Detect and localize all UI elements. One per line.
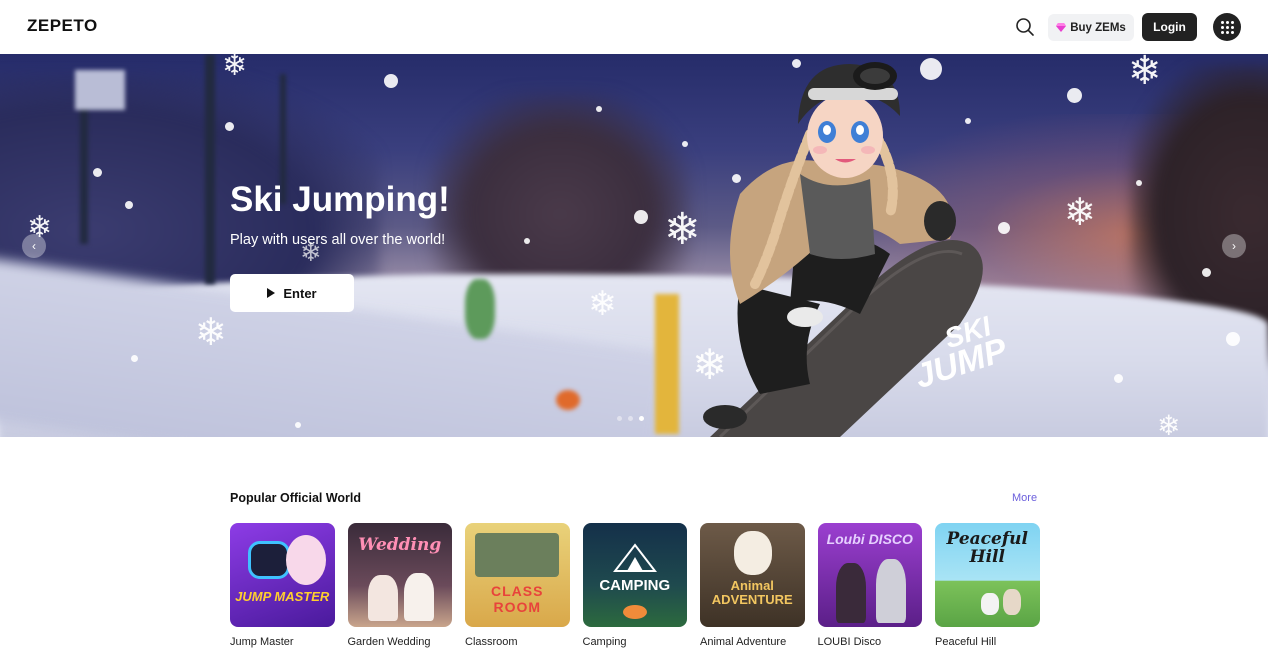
world-list: JUMP MASTER Jump Master Wedding Garden W… (230, 523, 1040, 648)
apps-menu-button[interactable] (1213, 13, 1241, 41)
world-name: Animal Adventure (700, 636, 787, 648)
world-thumb-title: Wedding (358, 535, 442, 555)
carousel-indicators (617, 416, 644, 421)
cone-orange (556, 390, 580, 410)
snow-dot (1226, 332, 1240, 346)
enter-button[interactable]: Enter (230, 274, 354, 312)
carousel-dot[interactable] (628, 416, 633, 421)
snowflake: ❄ (664, 204, 701, 255)
world-thumb-title: Loubi DISCO (826, 531, 913, 547)
carousel-next-button[interactable]: › (1222, 234, 1246, 258)
world-name: Camping (582, 636, 627, 648)
buy-zems-button[interactable]: Buy ZEMs (1048, 14, 1134, 41)
world-card[interactable]: CLASS ROOM Classroom (465, 523, 570, 648)
snow-dot (596, 106, 602, 112)
world-card[interactable]: Animal ADVENTURE Animal Adventure (700, 523, 805, 648)
flag-yellow (655, 294, 679, 434)
world-thumbnail: CLASS ROOM (465, 523, 570, 627)
world-thumbnail: JUMP MASTER (230, 523, 335, 627)
snowflake: ❄ (588, 284, 617, 324)
world-card[interactable]: JUMP MASTER Jump Master (230, 523, 335, 648)
skier-character-illustration (703, 62, 983, 437)
world-thumb-title: JUMP MASTER (235, 589, 330, 604)
snow-dot (1114, 374, 1123, 383)
snow-dot (125, 201, 133, 209)
world-card[interactable]: Loubi DISCO LOUBI Disco (817, 523, 922, 648)
play-icon (267, 288, 276, 298)
world-thumb-title: Peaceful Hill (946, 529, 1028, 567)
snow-dot (1067, 88, 1082, 103)
chevron-right-icon: › (1232, 239, 1236, 253)
section-title: Popular Official World (230, 491, 362, 505)
world-thumbnail: Wedding (347, 523, 452, 627)
enter-button-label: Enter (283, 285, 317, 301)
snow-dot (295, 422, 301, 428)
snowflake: ❄ (1064, 190, 1096, 234)
lift-pole (80, 94, 88, 244)
snow-dot (524, 238, 530, 244)
snow-dot (93, 168, 102, 177)
lift-pole (205, 54, 215, 284)
world-thumbnail: Loubi DISCO (817, 523, 922, 627)
more-link[interactable]: More (1012, 492, 1037, 504)
hero-subtitle: Play with users all over the world! (230, 232, 446, 248)
world-name: Garden Wedding (347, 636, 431, 648)
search-icon (1016, 18, 1034, 36)
gem-icon (1056, 23, 1067, 32)
snow-dot (1202, 268, 1211, 277)
world-card[interactable]: Wedding Garden Wedding (347, 523, 452, 648)
world-thumbnail: Animal ADVENTURE (700, 523, 805, 627)
world-thumbnail: CAMPING (582, 523, 687, 627)
world-name: Classroom (465, 636, 518, 648)
tree-green (465, 279, 495, 339)
buy-zems-label: Buy ZEMs (1070, 21, 1126, 34)
hero-banner[interactable]: ❄ ❄ ❄ ❄ ❄ ❄ ❄ ❄ ❄ ❄ SKI JUMP Ski Jumping… (0, 54, 1268, 437)
world-thumb-title: CLASS ROOM (491, 583, 544, 615)
snow-dot (682, 141, 688, 147)
world-thumb-title: CAMPING (599, 577, 671, 594)
snow-dot (225, 122, 234, 131)
snow-dot (634, 210, 648, 224)
hero-title: Ski Jumping! (230, 180, 450, 219)
tent-icon (612, 543, 657, 572)
snowflake: ❄ (195, 310, 227, 354)
world-name: LOUBI Disco (817, 636, 882, 648)
snowflake: ❄ (1128, 54, 1162, 94)
search-button[interactable] (1012, 14, 1038, 40)
world-thumb-title: Animal ADVENTURE (711, 578, 793, 608)
carousel-dot-active[interactable] (639, 416, 644, 421)
world-name: Peaceful Hill (935, 636, 997, 648)
snowflake: ❄ (222, 54, 248, 83)
zepeto-logo[interactable]: ZEPETO (27, 16, 98, 36)
world-card[interactable]: Peaceful Hill Peaceful Hill (935, 523, 1040, 648)
snow-dot (131, 355, 138, 362)
snow-dot (384, 74, 398, 88)
snowflake: ❄ (1157, 409, 1181, 437)
lift-sign (75, 70, 125, 110)
chevron-left-icon: ‹ (32, 239, 36, 253)
carousel-prev-button[interactable]: ‹ (22, 234, 46, 258)
grid-menu-icon (1220, 20, 1234, 34)
carousel-dot[interactable] (617, 416, 622, 421)
snow-dot (1136, 180, 1142, 186)
world-thumbnail: Peaceful Hill (935, 523, 1040, 627)
top-nav: ZEPETO Buy ZEMs Login (0, 0, 1268, 54)
login-button[interactable]: Login (1142, 13, 1197, 41)
world-card[interactable]: CAMPING Camping (582, 523, 687, 648)
world-name: Jump Master (230, 636, 294, 648)
